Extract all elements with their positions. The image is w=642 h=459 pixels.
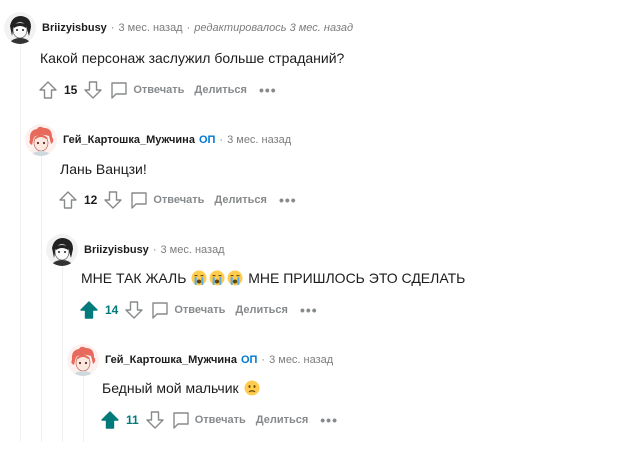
vote-score: 12 <box>84 193 98 207</box>
comment-header: Briizyisbusy · 3 мес. назад · редактиров… <box>4 12 353 44</box>
comment-header: Гей_Картошка_Мужчина ОП · 3 мес. назад <box>67 344 333 376</box>
comment-text: Лань Ванцзи! <box>60 161 147 177</box>
comment-header: Гей_Картошка_Мужчина ОП · 3 мес. назад <box>25 124 291 156</box>
speech-bubble-icon <box>152 302 169 319</box>
reply-button[interactable]: Отвечать <box>150 300 225 320</box>
speech-bubble-icon <box>172 412 189 429</box>
edited-label: редактировалось 3 мес. назад <box>194 22 354 34</box>
loudly-crying-face-emoji <box>209 270 225 286</box>
vote-score: 14 <box>105 303 119 317</box>
comment-actions: 12 Отвечать Делиться ••• <box>58 190 297 210</box>
separator: · <box>186 22 191 34</box>
upvote-arrow-icon[interactable] <box>100 410 120 430</box>
timestamp[interactable]: 3 мес. назад <box>269 354 333 366</box>
comment-body: МНЕ ТАК ЖАЛЬ МНЕ ПРИШЛОСЬ ЭТО СДЕЛАТЬ <box>81 269 465 287</box>
thread-line[interactable] <box>41 152 42 442</box>
comment-body: Лань Ванцзи! <box>60 160 147 178</box>
avatar[interactable] <box>67 344 99 376</box>
loudly-crying-face-emoji <box>191 270 207 286</box>
speech-bubble-icon <box>131 192 148 209</box>
loudly-crying-face-emoji <box>227 270 243 286</box>
reply-label: Отвечать <box>153 194 205 206</box>
author-name[interactable]: Гей_Картошка_Мужчина <box>63 134 195 146</box>
reply-button[interactable]: Отвечать <box>171 410 246 430</box>
separator: · <box>152 244 157 256</box>
downvote-arrow-icon[interactable] <box>83 80 103 100</box>
comment-actions: 11 Отвечать Делиться ••• <box>100 410 338 430</box>
share-button[interactable]: Делиться <box>235 304 288 316</box>
downvote-arrow-icon[interactable] <box>124 300 144 320</box>
comment-text: МНЕ ТАК ЖАЛЬ <box>81 270 187 286</box>
timestamp[interactable]: 3 мес. назад <box>227 134 291 146</box>
avatar[interactable] <box>25 124 57 156</box>
share-button[interactable]: Делиться <box>214 194 267 206</box>
thread-line[interactable] <box>20 38 21 441</box>
frowning-face-emoji <box>244 380 260 396</box>
reply-button[interactable]: Отвечать <box>109 80 184 100</box>
downvote-arrow-icon[interactable] <box>145 410 165 430</box>
more-options-button[interactable]: ••• <box>259 82 277 98</box>
comment-actions: 15 Отвечать Делиться ••• <box>38 80 277 100</box>
upvote-arrow-icon[interactable] <box>38 80 58 100</box>
comment-text: Бедный мой мальчик <box>102 380 239 396</box>
avatar[interactable] <box>46 234 78 266</box>
timestamp[interactable]: 3 мес. назад <box>118 22 182 34</box>
vote-score: 15 <box>64 83 78 97</box>
more-options-button[interactable]: ••• <box>279 192 297 208</box>
speech-bubble-icon <box>111 82 128 99</box>
comment-body: Бедный мой мальчик <box>102 379 261 397</box>
reply-label: Отвечать <box>194 414 246 426</box>
reply-label: Отвечать <box>174 304 226 316</box>
reply-button[interactable]: Отвечать <box>129 190 204 210</box>
share-button[interactable]: Делиться <box>194 84 247 96</box>
author-name[interactable]: Гей_Картошка_Мужчина <box>105 354 237 366</box>
comment-text: Какой персонаж заслужил больше страданий… <box>40 50 345 66</box>
thread-line[interactable] <box>83 372 84 442</box>
op-badge: ОП <box>198 134 216 146</box>
author-name[interactable]: Briizyisbusy <box>84 244 149 256</box>
downvote-arrow-icon[interactable] <box>103 190 123 210</box>
share-button[interactable]: Делиться <box>256 414 309 426</box>
avatar[interactable] <box>4 12 36 44</box>
vote-score: 11 <box>126 413 139 427</box>
upvote-arrow-icon[interactable] <box>58 190 78 210</box>
separator: · <box>110 22 115 34</box>
comment-actions: 14 Отвечать Делиться ••• <box>79 300 318 320</box>
separator: · <box>219 134 224 146</box>
upvote-arrow-icon[interactable] <box>79 300 99 320</box>
more-options-button[interactable]: ••• <box>320 412 338 428</box>
comment-body: Какой персонаж заслужил больше страданий… <box>40 49 344 67</box>
comment-text: МНЕ ПРИШЛОСЬ ЭТО СДЕЛАТЬ <box>248 270 466 286</box>
comment-header: Briizyisbusy · 3 мес. назад <box>46 234 225 266</box>
separator: · <box>261 354 266 366</box>
reply-label: Отвечать <box>133 84 185 96</box>
timestamp[interactable]: 3 мес. назад <box>160 244 224 256</box>
author-name[interactable]: Briizyisbusy <box>42 22 107 34</box>
op-badge: ОП <box>240 354 258 366</box>
more-options-button[interactable]: ••• <box>300 302 318 318</box>
thread-line[interactable] <box>62 262 63 442</box>
